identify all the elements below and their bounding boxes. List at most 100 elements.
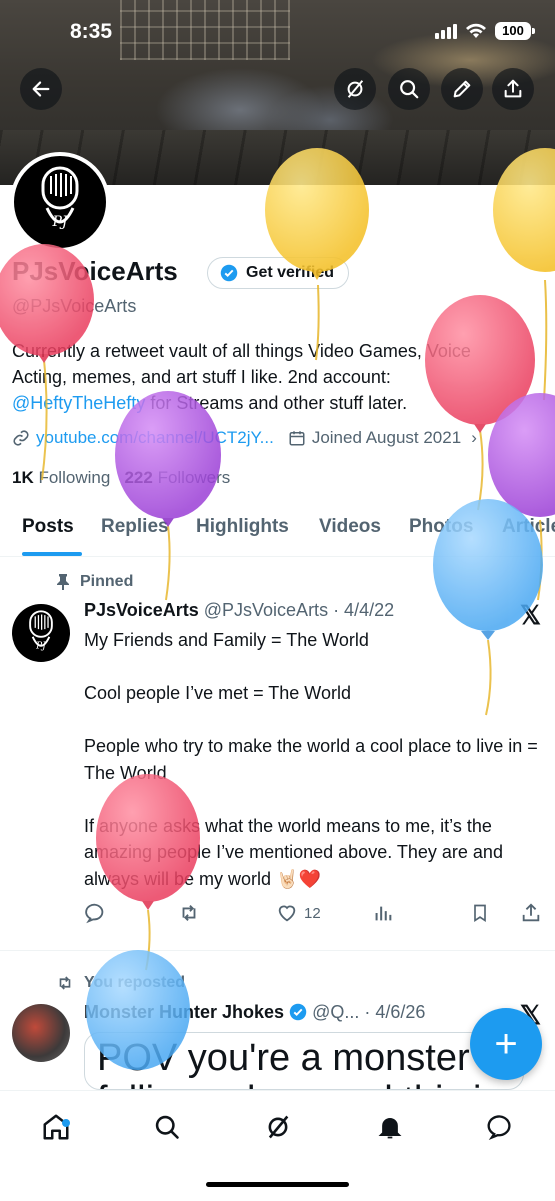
profile-meta: youtube.com/channel/UCT2jY... Joined Aug…	[12, 428, 477, 448]
pinned-text: Pinned	[80, 573, 134, 590]
repost-author-avatar[interactable]	[12, 1004, 70, 1062]
pin-icon	[57, 574, 69, 590]
website-link[interactable]: youtube.com/channel/UCT2jY...	[36, 428, 274, 448]
microphone-logo-icon: PJ	[41, 166, 79, 230]
search-icon	[400, 80, 419, 99]
nav-messages[interactable]	[482, 1109, 518, 1145]
compose-button[interactable]: +	[470, 1008, 542, 1080]
verified-badge-icon	[220, 264, 238, 282]
nav-notifications[interactable]	[372, 1109, 408, 1145]
followers-count: 222	[124, 468, 153, 487]
reply-button[interactable]	[84, 902, 106, 924]
bell-icon	[378, 1117, 402, 1139]
status-time: 8:35	[70, 20, 113, 43]
tab-photos[interactable]: Photos	[409, 516, 473, 538]
balloon-purple	[488, 393, 555, 601]
pinned-label: Pinned	[56, 573, 133, 591]
get-verified-button[interactable]: Get verified	[207, 257, 350, 289]
arrow-left-icon	[32, 81, 50, 97]
tab-posts[interactable]: Posts	[22, 516, 74, 538]
like-button[interactable]: 12	[276, 902, 321, 924]
search-icon	[155, 1115, 179, 1139]
profile-name: PJsVoiceArts	[12, 256, 178, 286]
bio-line-1: Currently a retweet vault of all things …	[12, 341, 471, 361]
post-author-avatar[interactable]: PJ	[12, 604, 70, 662]
repost-author-name[interactable]: Monster Hunter Jhokes	[84, 1002, 284, 1022]
nav-home[interactable]	[38, 1109, 74, 1145]
avatar-initials: PJ	[35, 641, 46, 651]
embed-caption-line2: falling asleep and this is	[97, 1079, 500, 1089]
reply-icon	[85, 903, 104, 924]
bio-line-3-text: for Streams and other stuff later.	[145, 393, 408, 413]
following-count: 1K	[12, 468, 34, 487]
link-icon	[13, 430, 29, 446]
post-divider	[0, 950, 555, 951]
share-icon	[522, 903, 540, 922]
followers-link[interactable]: 222 Followers	[124, 468, 230, 487]
verified-badge-icon	[289, 1003, 307, 1021]
like-count: 12	[304, 904, 321, 922]
microphone-logo-icon: PJ	[29, 610, 53, 651]
grok-icon	[268, 1115, 289, 1139]
followers-label: Followers	[157, 468, 231, 487]
joined-date: Joined August 2021	[311, 428, 462, 447]
tab-videos[interactable]: Videos	[319, 516, 381, 538]
bio-line-2: Acting, memes, and art stuff I like. 2nd…	[12, 367, 391, 387]
get-verified-label: Get verified	[246, 264, 335, 281]
home-indicator-bar	[206, 1182, 349, 1187]
embedded-media[interactable]: POV you're a monster falling asleep and …	[84, 1032, 524, 1090]
repost-header: Monster Hunter Jhokes @Q... · 4/6/26	[84, 1002, 425, 1023]
share-post-button[interactable]	[520, 902, 542, 924]
tab-articles[interactable]: Articles	[502, 516, 555, 538]
chat-bubble-icon	[487, 1115, 511, 1140]
post-handle-date: @PJsVoiceArts · 4/4/22	[203, 600, 395, 620]
nav-grok[interactable]	[260, 1109, 296, 1145]
bookmark-button[interactable]	[470, 902, 490, 924]
reposted-label: You reposted	[56, 974, 185, 992]
post-text: My Friends and Family = The World Cool p…	[84, 630, 538, 889]
heart-icon	[278, 905, 296, 922]
svg-text:PJ: PJ	[51, 214, 68, 230]
views-button[interactable]	[372, 902, 394, 924]
share-button[interactable]	[492, 68, 534, 110]
edit-button[interactable]	[441, 68, 483, 110]
home-icon	[43, 1114, 69, 1140]
bookmark-icon	[474, 904, 486, 923]
profile-tabs: Posts Replies Highlights Videos Photos A…	[0, 500, 555, 557]
profile-handle: @PJsVoiceArts	[12, 296, 137, 316]
repost-button[interactable]	[178, 902, 200, 924]
repost-icon	[59, 976, 71, 990]
tab-replies[interactable]: Replies	[101, 516, 169, 538]
repost-icon	[182, 905, 196, 921]
status-icons: 100	[435, 22, 535, 40]
reposted-text: You reposted	[84, 974, 186, 991]
bio-mention-link[interactable]: @HeftyTheHefty	[12, 393, 145, 413]
views-chart-icon	[375, 906, 392, 921]
active-tab-indicator	[22, 552, 82, 556]
nav-search[interactable]	[149, 1109, 185, 1145]
balloon-purple	[115, 391, 221, 601]
following-label: Following	[38, 468, 111, 487]
embed-caption-line1: POV you're a monster	[97, 1037, 470, 1079]
back-button[interactable]	[20, 68, 62, 110]
post-header: PJsVoiceArts @PJsVoiceArts · 4/4/22	[84, 600, 394, 621]
search-button[interactable]	[388, 68, 430, 110]
banner-window-grate	[120, 0, 290, 60]
following-link[interactable]: 1K Following	[12, 468, 110, 487]
pencil-icon	[453, 80, 471, 98]
grok-icon	[347, 80, 364, 98]
follow-counts: 1K Following 222 Followers	[12, 468, 230, 488]
chevron-right-icon[interactable]: ›	[471, 428, 477, 448]
cellular-signal-icon	[435, 23, 457, 39]
battery-indicator: 100	[495, 22, 535, 40]
calendar-icon	[289, 431, 305, 446]
wifi-icon	[466, 23, 486, 38]
profile-bio: Currently a retweet vault of all things …	[12, 338, 547, 416]
repost-handle-date: @Q... · 4/6/26	[312, 1002, 426, 1022]
grok-button[interactable]	[334, 68, 376, 110]
post-author-name[interactable]: PJsVoiceArts	[84, 600, 199, 620]
tab-highlights[interactable]: Highlights	[196, 516, 289, 538]
home-notification-dot	[62, 1119, 70, 1127]
profile-avatar[interactable]: PJ	[10, 152, 110, 252]
bio-line-3: @HeftyTheHefty for Streams and other stu…	[12, 390, 547, 416]
